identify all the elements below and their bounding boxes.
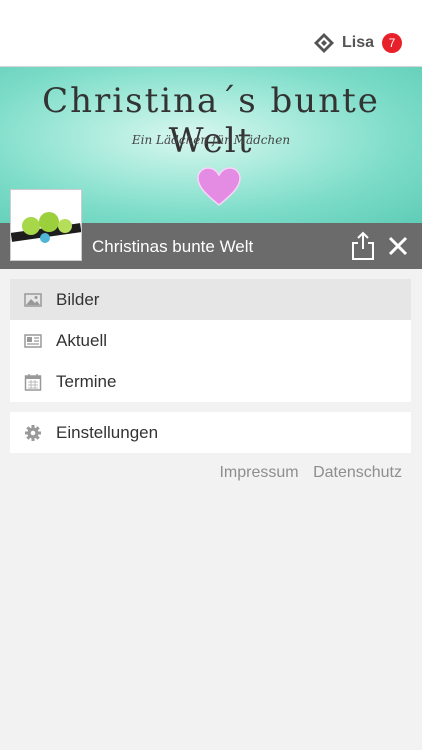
menu-item-einstellungen[interactable]: Einstellungen [10,412,411,453]
menu-item-label: Aktuell [56,330,108,350]
datenschutz-link[interactable]: Datenschutz [313,464,402,481]
settings-label: Einstellungen [56,422,159,442]
user-menu[interactable]: Lisa 7 [313,33,402,53]
menu-item-termine[interactable]: Termine [10,361,411,402]
user-name[interactable]: Lisa [342,34,374,52]
menu-item-aktuell[interactable]: Aktuell [10,320,411,361]
footer-links: Impressum Datenschutz [209,464,402,482]
newspaper-icon [24,333,42,348]
page-avatar [10,189,82,261]
menu-item-bilder[interactable]: Bilder [10,279,411,320]
heart-icon [197,167,241,206]
share-icon[interactable] [350,231,376,261]
gear-icon [25,424,41,441]
calendar-icon [24,373,42,391]
settings-menu: Einstellungen [10,412,411,453]
top-bar: Lisa 7 [0,0,422,67]
banner-title: Christina´s bunte Welt [42,81,380,161]
page-title: Christinas bunte Welt [92,237,254,256]
impressum-link[interactable]: Impressum [219,464,298,481]
menu-item-label: Termine [56,371,117,391]
main-menu: Bilder Aktuell Termine [10,279,411,402]
image-icon [24,292,42,307]
close-icon[interactable] [386,234,410,258]
app-logo-icon [313,33,334,53]
notification-badge[interactable]: 7 [382,33,402,53]
banner-subtitle: Ein Lädchen für Mädchen [131,133,291,147]
menu-item-label: Bilder [56,289,100,309]
